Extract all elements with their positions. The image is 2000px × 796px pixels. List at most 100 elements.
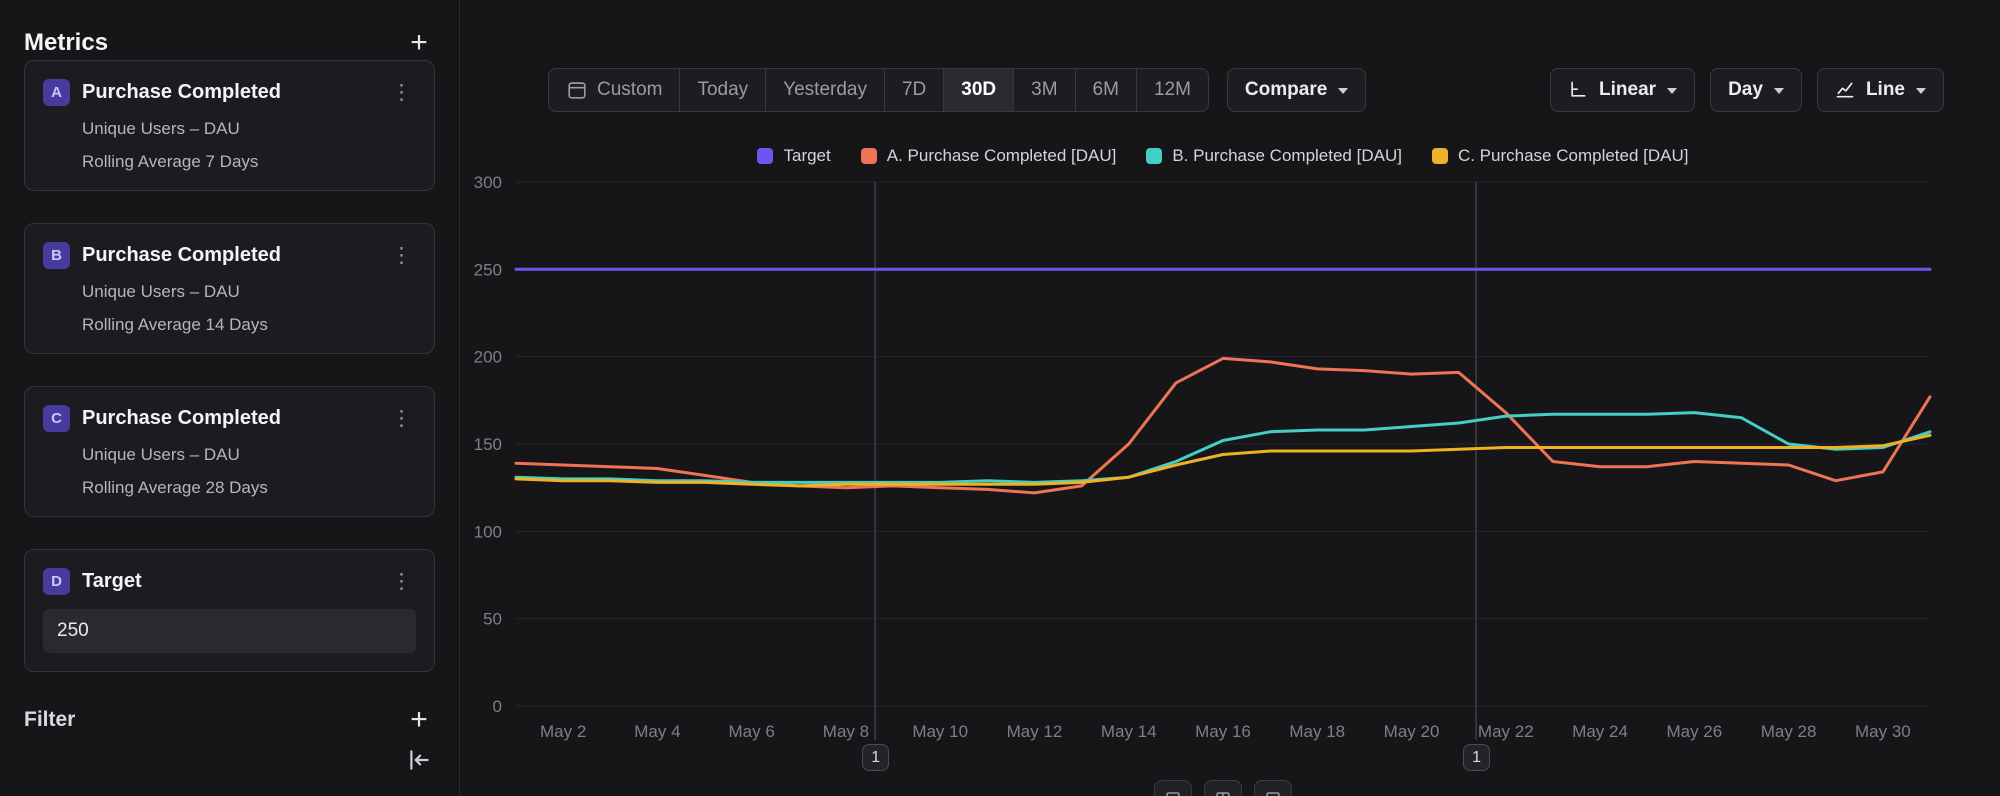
series-a-purchase-completed-dau <box>516 358 1930 493</box>
x-tick-label: May 26 <box>1666 722 1722 741</box>
chart-panel: 050100150200250300May 2May 4May 6May 8Ma… <box>460 0 2000 796</box>
metric-title: Purchase Completed <box>82 407 375 430</box>
x-tick-label: May 24 <box>1572 722 1628 741</box>
granularity-select-button[interactable]: Day <box>1710 68 1802 112</box>
metric-measure: Unique Users – DAU <box>82 282 416 302</box>
range-label: 7D <box>902 79 926 101</box>
granularity-label: Day <box>1728 79 1763 101</box>
annotation-badge[interactable]: 1 <box>1463 744 1490 771</box>
metric-measure: Unique Users – DAU <box>82 119 416 139</box>
y-tick-label: 150 <box>474 435 502 454</box>
x-tick-label: May 18 <box>1289 722 1345 741</box>
plus-icon: + <box>410 28 428 58</box>
compare-label: Compare <box>1245 79 1327 101</box>
chevron-down-icon <box>1916 88 1926 94</box>
add-metric-button[interactable]: + <box>403 27 435 59</box>
range-button-7d[interactable]: 7D <box>885 69 944 111</box>
x-tick-label: May 22 <box>1478 722 1534 741</box>
kebab-menu-icon[interactable]: ⋮ <box>387 406 416 431</box>
legend-swatch <box>861 148 877 164</box>
y-tick-label: 300 <box>474 173 502 192</box>
y-tick-label: 250 <box>474 260 502 279</box>
date-range-segmented-control: Custom TodayYesterday 7D 30D 3M 6M 12M <box>548 68 1209 112</box>
metric-measure: Unique Users – DAU <box>82 445 416 465</box>
metrics-sidebar: Metrics + A Purchase Completed ⋮ Unique … <box>0 0 460 796</box>
board-icon <box>1164 790 1182 796</box>
series-c-purchase-completed-dau <box>516 435 1930 486</box>
legend-label: C. Purchase Completed [DAU] <box>1458 146 1689 166</box>
metric-card-c[interactable]: C Purchase Completed ⋮ Unique Users – DA… <box>24 386 435 517</box>
collapse-left-icon <box>406 747 432 773</box>
legend-swatch <box>1432 148 1448 164</box>
metric-title: Purchase Completed <box>82 244 375 267</box>
legend-swatch <box>1146 148 1162 164</box>
range-button-3m[interactable]: 3M <box>1014 69 1075 111</box>
range-button-30d[interactable]: 30D <box>944 69 1014 111</box>
bottom-toolbar <box>516 780 1930 796</box>
x-tick-label: May 30 <box>1855 722 1911 741</box>
metric-card-b[interactable]: B Purchase Completed ⋮ Unique Users – DA… <box>24 223 435 354</box>
chart-legend: Target A. Purchase Completed [DAU] B. Purc… <box>516 146 1930 166</box>
chart-action-button-2[interactable] <box>1204 780 1242 796</box>
chart-type-select-button[interactable]: Line <box>1817 68 1944 112</box>
legend-item-c-purchase-completed-dau[interactable]: C. Purchase Completed [DAU] <box>1432 146 1689 166</box>
x-tick-label: May 4 <box>634 722 680 741</box>
x-tick-label: May 12 <box>1007 722 1063 741</box>
chart-area[interactable]: 050100150200250300May 2May 4May 6May 8Ma… <box>460 0 2000 796</box>
metric-title: Purchase Completed <box>82 81 375 104</box>
line-chart-icon <box>1835 80 1855 100</box>
metric-rolling-average: Rolling Average 28 Days <box>82 478 416 498</box>
panel-icon <box>1264 790 1282 796</box>
calendar-icon <box>566 79 588 101</box>
metric-badge-b: B <box>43 242 70 269</box>
compare-button[interactable]: Compare <box>1227 68 1366 112</box>
x-tick-label: May 28 <box>1761 722 1817 741</box>
target-value-input[interactable] <box>43 609 416 653</box>
chart-type-label: Line <box>1866 79 1905 101</box>
range-button-yesterday[interactable]: Yesterday <box>766 69 885 111</box>
metric-badge-a: A <box>43 79 70 106</box>
x-tick-label: May 6 <box>729 722 775 741</box>
metric-card-a[interactable]: A Purchase Completed ⋮ Unique Users – DA… <box>24 60 435 191</box>
grid-icon <box>1214 790 1232 796</box>
range-button-today[interactable]: Today <box>680 69 766 111</box>
target-card[interactable]: D Target ⋮ <box>24 549 435 672</box>
metric-rolling-average: Rolling Average 7 Days <box>82 152 416 172</box>
add-filter-button[interactable]: + <box>403 704 435 736</box>
annotation-layer: 11 <box>460 0 2000 796</box>
range-label: 3M <box>1031 79 1057 101</box>
legend-label: Target <box>783 146 830 166</box>
kebab-menu-icon[interactable]: ⋮ <box>387 80 416 105</box>
range-button-12m[interactable]: 12M <box>1137 69 1208 111</box>
range-label: Custom <box>597 79 662 101</box>
range-label: 6M <box>1093 79 1119 101</box>
y-tick-label: 100 <box>474 522 502 541</box>
filter-section: Filter + <box>24 704 435 736</box>
metrics-line-chart[interactable]: 050100150200250300May 2May 4May 6May 8Ma… <box>460 0 2000 796</box>
metric-badge-d: D <box>43 568 70 595</box>
legend-item-a-purchase-completed-dau[interactable]: A. Purchase Completed [DAU] <box>861 146 1117 166</box>
chart-action-button-3[interactable] <box>1254 780 1292 796</box>
chevron-down-icon <box>1338 88 1348 94</box>
kebab-menu-icon[interactable]: ⋮ <box>387 569 416 594</box>
x-tick-label: May 10 <box>912 722 968 741</box>
x-tick-label: May 2 <box>540 722 586 741</box>
range-button-custom[interactable]: Custom <box>549 69 680 111</box>
range-label: 12M <box>1154 79 1191 101</box>
annotation-badge[interactable]: 1 <box>862 744 889 771</box>
range-button-6m[interactable]: 6M <box>1076 69 1137 111</box>
scale-label: Linear <box>1599 79 1656 101</box>
linear-scale-icon <box>1568 80 1588 100</box>
legend-label: B. Purchase Completed [DAU] <box>1172 146 1402 166</box>
x-tick-label: May 16 <box>1195 722 1251 741</box>
plus-icon: + <box>410 705 428 735</box>
legend-label: A. Purchase Completed [DAU] <box>887 146 1117 166</box>
kebab-menu-icon[interactable]: ⋮ <box>387 243 416 268</box>
scale-select-button[interactable]: Linear <box>1550 68 1695 112</box>
collapse-sidebar-button[interactable] <box>403 744 435 776</box>
legend-item-b-purchase-completed-dau[interactable]: B. Purchase Completed [DAU] <box>1146 146 1402 166</box>
legend-item-target[interactable]: Target <box>757 146 830 166</box>
x-tick-label: May 20 <box>1384 722 1440 741</box>
y-tick-label: 200 <box>474 348 502 367</box>
chart-action-button-1[interactable] <box>1154 780 1192 796</box>
